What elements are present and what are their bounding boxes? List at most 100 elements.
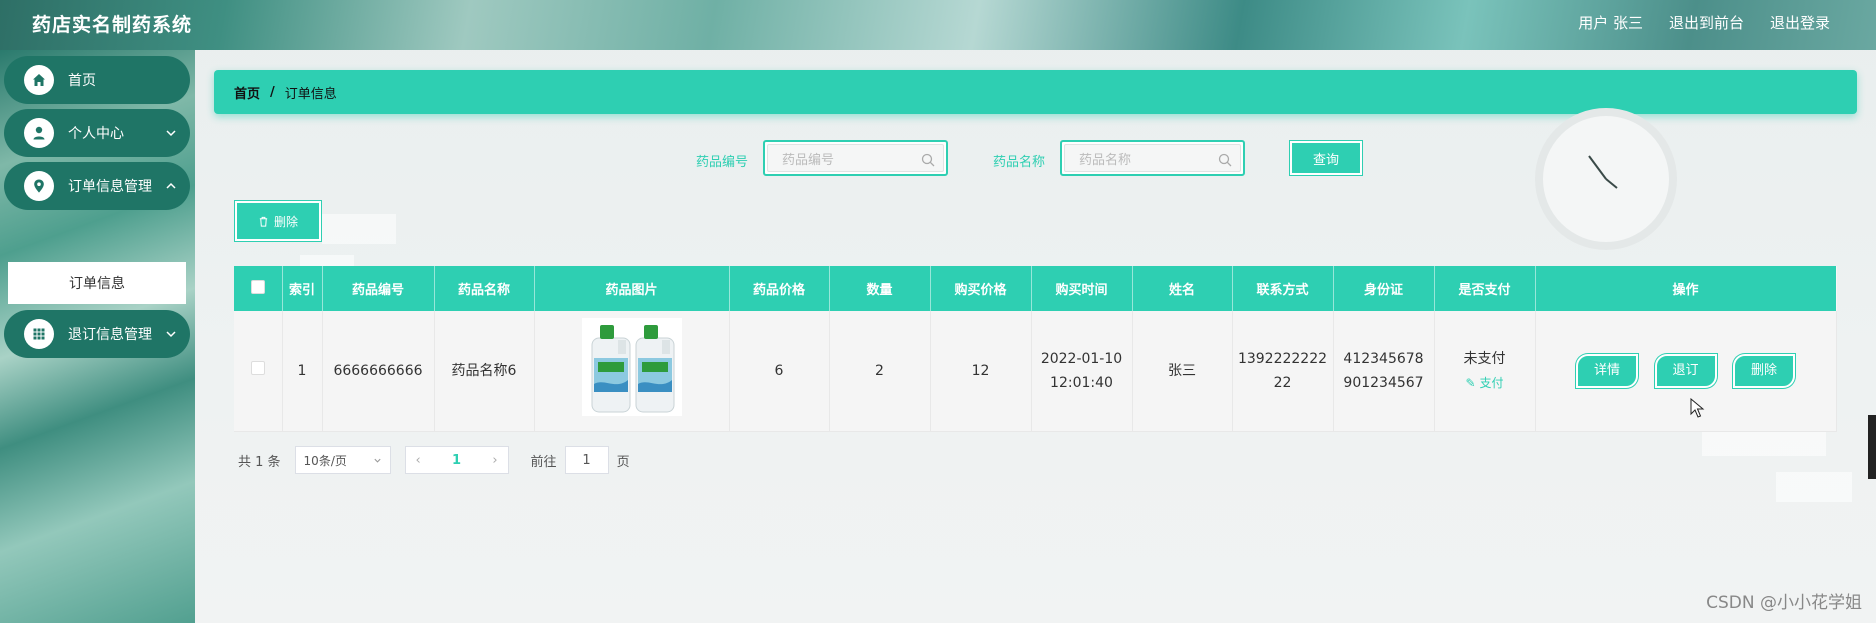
location-icon [24,171,54,201]
scrollbar[interactable] [1868,415,1876,479]
next-page-button[interactable]: › [492,453,497,468]
pagination: 共 1 条 10条/页 ‹ 1 › 前往 1 页 [238,446,630,474]
row-checkbox[interactable] [234,311,283,432]
phone-line-1: 1392222222 [1237,350,1328,367]
back-to-front-link[interactable]: 退出到前台 [1669,12,1744,33]
column-header: 药品名称 [434,266,535,311]
column-header: 索引 [282,266,323,311]
column-header: 购买价格 [930,266,1032,311]
pay-link-label: 支付 [1479,375,1504,390]
background-decoration [1702,430,1826,456]
prev-page-button[interactable]: ‹ [416,453,421,468]
drug-name-label: 药品名称 [993,155,1046,170]
cell-quantity: 2 [829,311,931,432]
cell-paid-status: 未支付 ✎ 支付 [1434,311,1536,432]
column-header: 是否支付 [1434,266,1536,311]
pay-link[interactable]: ✎ 支付 [1435,371,1535,395]
top-header: 药店实名制药系统 用户 张三 退出到前台 退出登录 [0,0,1876,50]
cell-drug-code: 6666666666 [322,311,435,432]
cell-index: 1 [282,311,323,432]
header-actions: 用户 张三 退出到前台 退出登录 [1578,12,1830,33]
total-count: 共 1 条 [238,454,281,470]
sidebar-item-personal[interactable]: 个人中心 [4,109,190,157]
sidebar-item-label: 订单信息管理 [68,179,152,195]
page-size-value: 10条/页 [303,453,347,468]
chevron-down-icon [373,458,381,463]
column-header: 联系方式 [1232,266,1334,311]
batch-delete-button[interactable]: 删除 [235,201,321,241]
table-row: 1 6666666666 药品名称6 6 2 12 2022-01-10 12:… [234,311,1837,432]
sidebar-item-label: 退订信息管理 [68,327,152,343]
drug-code-label: 药品编号 [696,155,749,170]
id-line-2: 901234567 [1343,374,1424,391]
cell-drug-name: 药品名称6 [434,311,535,432]
purchase-date: 2022-01-10 [1040,350,1123,367]
table-header-row: 索引 药品编号 药品名称 药品图片 药品价格 数量 购买价格 购买时间 姓名 联… [234,266,1837,311]
app-title: 药店实名制药系统 [32,14,193,36]
drug-image[interactable] [581,317,682,416]
drug-code-placeholder: 药品编号 [782,152,835,168]
cell-actions: 详情 退订 删除 [1535,311,1837,432]
background-decoration [322,214,396,244]
goto-page-value: 1 [582,452,591,468]
pager-controls: ‹ 1 › [404,446,509,474]
column-header: 操作 [1535,266,1837,311]
background-decoration [1776,472,1852,502]
column-header: 药品图片 [534,266,730,311]
cell-person-name: 张三 [1132,311,1233,432]
breadcrumb-current: 订单信息 [284,86,337,102]
cell-id-card: 412345678 901234567 [1333,311,1435,432]
page-unit: 页 [616,454,630,470]
chevron-down-icon [166,331,176,338]
search-icon [921,153,935,167]
chevron-up-icon [166,182,176,189]
edit-icon: ✎ [1465,375,1476,390]
user-icon [24,118,54,148]
breadcrumb-separator: / [270,84,275,100]
delete-row-button[interactable]: 删除 [1732,353,1795,388]
mouse-cursor-icon [1690,398,1705,418]
column-header: 姓名 [1132,266,1233,311]
phone-line-2: 22 [1273,374,1292,391]
search-icon [1218,153,1232,167]
sidebar-item-home[interactable]: 首页 [4,56,190,104]
select-all-checkbox[interactable] [234,266,283,311]
watermark: CSDN @小小花学姐 [1706,593,1862,613]
cell-phone: 1392222222 22 [1232,311,1334,432]
current-page[interactable]: 1 [452,453,461,468]
batch-delete-label: 删除 [273,214,298,229]
cell-drug-price: 6 [729,311,830,432]
clock-decoration [1535,108,1677,250]
page-size-select[interactable]: 10条/页 [294,446,391,474]
cell-purchase-price: 12 [930,311,1032,432]
sidebar-item-label: 个人中心 [68,126,124,142]
sidebar-item-orders[interactable]: 订单信息管理 [4,162,190,210]
column-header: 药品价格 [729,266,830,311]
logout-link[interactable]: 退出登录 [1770,12,1830,33]
column-header: 身份证 [1333,266,1435,311]
current-user[interactable]: 用户 张三 [1578,12,1643,33]
purchase-clock: 12:01:40 [1050,374,1113,391]
sidebar: 首页 个人中心 订单信息管理 订单信息 退订信息管理 [0,50,195,623]
order-table: 索引 药品编号 药品名称 药品图片 药品价格 数量 购买价格 购买时间 姓名 联… [234,266,1837,432]
chevron-down-icon [166,130,176,137]
sidebar-item-refunds[interactable]: 退订信息管理 [4,310,190,358]
query-button[interactable]: 查询 [1290,141,1362,175]
detail-button[interactable]: 详情 [1576,353,1639,388]
column-header: 购买时间 [1031,266,1133,311]
drug-name-placeholder: 药品名称 [1079,152,1132,168]
goto-label: 前往 [530,454,557,470]
goto-page-input[interactable]: 1 [564,446,609,474]
drug-code-input[interactable]: 药品编号 [763,140,948,176]
grid-icon [24,319,54,349]
paid-status-text: 未支付 [1463,350,1506,367]
sidebar-subitem-order-info[interactable]: 订单信息 [8,262,186,304]
cell-purchase-time: 2022-01-10 12:01:40 [1031,311,1133,432]
cell-drug-image [534,311,730,432]
cancel-order-button[interactable]: 退订 [1654,353,1717,388]
breadcrumb-home[interactable]: 首页 [234,83,260,102]
drug-name-input[interactable]: 药品名称 [1060,140,1245,176]
column-header: 数量 [829,266,931,311]
sidebar-item-label: 首页 [68,73,96,89]
home-icon [24,65,54,95]
